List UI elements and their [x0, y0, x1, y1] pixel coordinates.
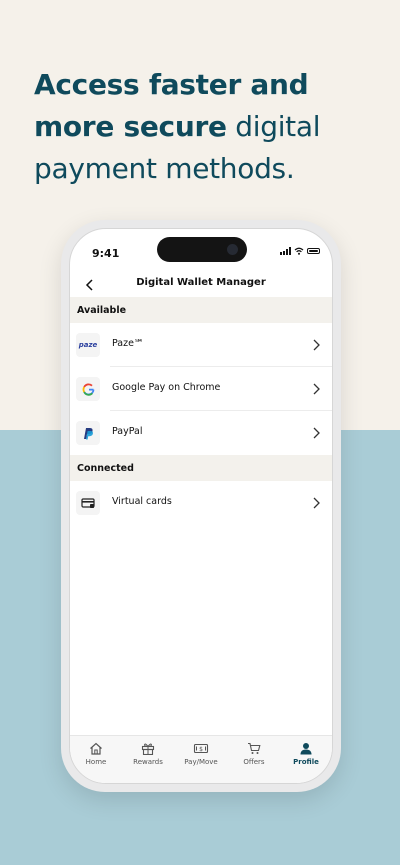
tab-rewards[interactable]: Rewards	[122, 742, 174, 766]
wallet-row-virtual-cards[interactable]: Virtual cards	[70, 481, 332, 525]
dynamic-island	[157, 237, 247, 262]
bottom-tab-bar: Home Rewards $ Pay/Move Offers Profile	[70, 735, 332, 783]
tab-label: Offers	[243, 758, 265, 766]
camera-icon	[227, 244, 238, 255]
section-title: Connected	[77, 463, 134, 474]
virtual-card-icon	[76, 491, 100, 515]
chevron-right-icon	[313, 383, 320, 395]
marketing-headline: Access faster and more secure digital pa…	[34, 64, 374, 190]
screen-title: Digital Wallet Manager	[136, 277, 266, 288]
screen-header: Digital Wallet Manager	[70, 273, 332, 297]
tab-label: Home	[85, 758, 107, 766]
wallet-row-google-pay[interactable]: Google Pay on Chrome	[70, 367, 332, 411]
status-time: 9:41	[92, 247, 120, 260]
cart-icon	[248, 742, 261, 754]
card-glyph	[81, 498, 95, 508]
paypal-glyph	[84, 427, 93, 439]
home-icon	[90, 742, 102, 755]
paze-logo-text: paze	[78, 341, 98, 349]
tab-label: Profile	[293, 758, 319, 766]
google-g-glyph	[82, 382, 94, 396]
section-header-available: Available	[70, 297, 332, 323]
tab-offers[interactable]: Offers	[228, 742, 280, 766]
paypal-logo-icon	[76, 421, 100, 445]
signal-icon	[280, 247, 291, 255]
status-bar: 9:41	[70, 229, 332, 273]
gift-icon	[141, 743, 155, 755]
wallet-row-label: Google Pay on Chrome	[112, 382, 221, 393]
profile-icon	[300, 743, 312, 755]
tab-pay-move[interactable]: $ Pay/Move	[175, 742, 227, 766]
chevron-right-icon	[313, 427, 320, 439]
chevron-right-icon	[313, 339, 320, 351]
section-title: Available	[77, 305, 127, 316]
phone-frame: 9:41 Digital Wallet Manager Available pa…	[61, 220, 341, 792]
paze-logo-icon: paze	[76, 333, 100, 357]
wallet-row-label: PayPal	[112, 426, 143, 437]
svg-text:$: $	[199, 746, 203, 753]
tab-label: Rewards	[133, 758, 163, 766]
google-g-logo-icon	[76, 377, 100, 401]
tab-profile[interactable]: Profile	[280, 742, 332, 766]
chevron-right-icon	[313, 497, 320, 509]
pay-move-icon: $	[193, 743, 209, 754]
wallet-row-label: Virtual cards	[112, 496, 172, 507]
tab-label: Pay/Move	[184, 758, 218, 766]
tab-home[interactable]: Home	[70, 742, 122, 766]
section-header-connected: Connected	[70, 455, 332, 481]
battery-icon	[307, 248, 320, 254]
status-icons	[280, 247, 320, 255]
wifi-icon	[294, 247, 304, 255]
wallet-row-label: Paze℠	[112, 338, 144, 349]
wallet-row-paypal[interactable]: PayPal	[70, 411, 332, 455]
phone-screen: 9:41 Digital Wallet Manager Available pa…	[69, 228, 333, 784]
wallet-row-paze[interactable]: paze Paze℠	[70, 323, 332, 367]
